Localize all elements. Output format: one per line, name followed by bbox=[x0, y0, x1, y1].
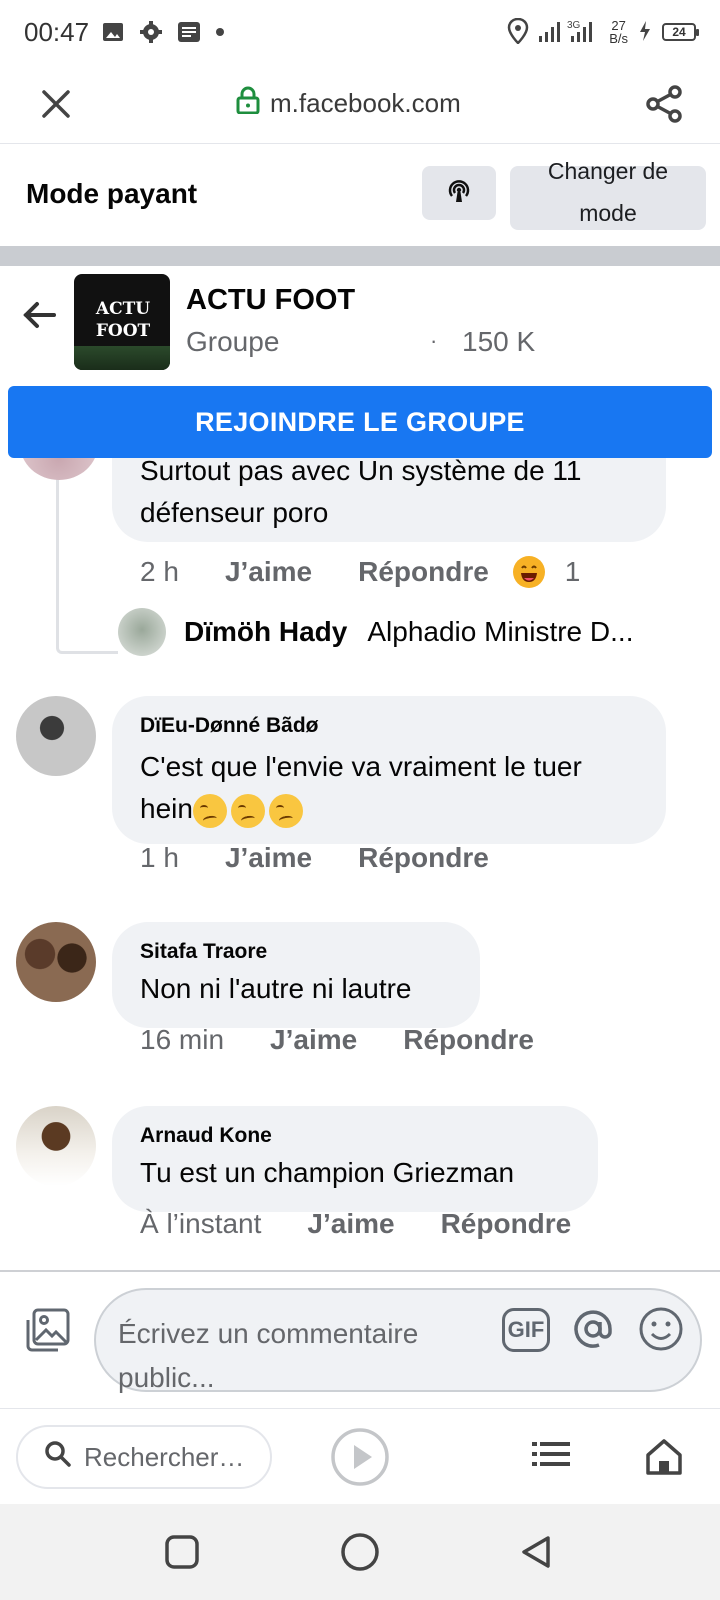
search-icon bbox=[44, 1440, 72, 1475]
search-box[interactable]: Rechercher… bbox=[16, 1425, 272, 1489]
comment-bubble: Sitafa Traore Non ni l'autre ni lautre bbox=[112, 922, 480, 1028]
comment-text: Surtout pas avec Un système de 11 défens… bbox=[140, 458, 582, 528]
status-time: 00:47 bbox=[24, 16, 90, 47]
image-icon bbox=[101, 20, 125, 44]
meta-separator: · bbox=[430, 328, 438, 353]
join-group-button[interactable]: REJOINDRE LE GROUPE bbox=[8, 386, 712, 458]
share-icon[interactable] bbox=[644, 84, 684, 129]
section-divider bbox=[0, 246, 720, 266]
location-icon bbox=[507, 17, 529, 47]
url-display[interactable]: m.facebook.com bbox=[236, 86, 461, 121]
photo-icon[interactable] bbox=[24, 1306, 72, 1359]
avatar[interactable] bbox=[16, 1106, 96, 1186]
comment-time: 2 h bbox=[140, 556, 179, 587]
play-icon[interactable] bbox=[330, 1427, 390, 1492]
thread-connector bbox=[56, 458, 118, 654]
dot-icon bbox=[215, 27, 225, 37]
group-member-count: 150 K bbox=[462, 326, 536, 357]
battery-indicator: 24 bbox=[662, 23, 699, 41]
network-speed: 27 B/s bbox=[609, 18, 628, 46]
browser-bottom-bar: Rechercher… bbox=[0, 1408, 720, 1504]
settings-icon bbox=[139, 20, 163, 44]
avatar[interactable] bbox=[16, 696, 96, 776]
comment-actions: 16 min J’aime Répondre bbox=[140, 1024, 580, 1056]
group-logo-text: ACTU FOOT bbox=[95, 299, 151, 341]
comment-actions: À l’instant J’aime Répondre bbox=[140, 1208, 617, 1240]
comment-text: Tu est un champion Griezman bbox=[140, 1157, 515, 1188]
woozy-face-emoji-icon bbox=[192, 793, 227, 828]
back-icon[interactable] bbox=[518, 1534, 554, 1575]
group-type: Groupe bbox=[186, 326, 280, 357]
change-mode-button[interactable]: Changer de mode bbox=[510, 158, 706, 230]
reaction-count: 1 bbox=[564, 556, 581, 587]
like-button[interactable]: J’aime bbox=[270, 1024, 357, 1056]
group-header: ACTU FOOT ACTU FOOT Groupe · 150 K bbox=[0, 266, 720, 384]
avatar[interactable] bbox=[16, 922, 96, 1002]
comment-time: 16 min bbox=[140, 1024, 225, 1055]
menu-list-icon[interactable] bbox=[532, 1439, 572, 1474]
home-icon[interactable] bbox=[644, 1437, 684, 1482]
network-label: 3G bbox=[567, 20, 581, 31]
mode-bar: Mode payant Changer de mode bbox=[0, 144, 720, 244]
reply-preview[interactable]: Dïmöh Hady Alphadio Ministre D... bbox=[118, 608, 718, 656]
comment-author[interactable]: Sitafa Traore bbox=[140, 940, 452, 964]
comment-bubble: Arnaud Kone Tu est un champion Griezman bbox=[112, 1106, 598, 1212]
comment-text: Non ni l'autre ni lautre bbox=[140, 973, 412, 1004]
laughing-emoji-icon[interactable] bbox=[512, 556, 545, 588]
comment-bubble: Surtout pas avec Un système de 11 défens… bbox=[112, 458, 666, 542]
system-nav-bar bbox=[0, 1504, 720, 1600]
comment-time: À l’instant bbox=[140, 1208, 262, 1239]
gif-button[interactable]: GIF bbox=[502, 1308, 550, 1352]
emoji-icon[interactable] bbox=[636, 1304, 686, 1359]
search-placeholder: Rechercher… bbox=[84, 1441, 245, 1472]
browser-url-bar: m.facebook.com bbox=[0, 64, 720, 144]
group-logo[interactable]: ACTU FOOT bbox=[74, 274, 170, 370]
reply-author[interactable]: Dïmöh Hady bbox=[184, 616, 347, 648]
comments-list: Surtout pas avec Un système de 11 défens… bbox=[0, 458, 720, 1270]
mode-title: Mode payant bbox=[26, 178, 198, 209]
recents-icon[interactable] bbox=[164, 1534, 200, 1575]
like-button[interactable]: J’aime bbox=[307, 1208, 394, 1240]
signal-icon: 3G bbox=[539, 18, 599, 47]
lock-icon bbox=[236, 86, 260, 121]
home-button-icon[interactable] bbox=[340, 1532, 380, 1577]
reply-button[interactable]: Répondre bbox=[441, 1208, 572, 1240]
reply-button[interactable]: Répondre bbox=[358, 842, 489, 874]
comment-author[interactable]: DïEu-Dønné Bãdø bbox=[140, 714, 638, 738]
like-button[interactable]: J’aime bbox=[225, 842, 312, 874]
comment-time: 1 h bbox=[140, 842, 179, 873]
broadcast-button[interactable] bbox=[422, 166, 496, 220]
status-bar: 00:47 3G 27 B/s 24 bbox=[0, 0, 720, 64]
broadcast-icon bbox=[444, 176, 474, 211]
woozy-face-emoji-icon bbox=[230, 793, 265, 828]
woozy-face-emoji-icon bbox=[268, 793, 303, 828]
mention-icon[interactable] bbox=[568, 1304, 618, 1359]
comment-composer: Écrivez un commentaire public... GIF bbox=[0, 1270, 720, 1408]
comment-actions: 1 h J’aime Répondre bbox=[140, 842, 535, 874]
reply-snippet: Alphadio Ministre D... bbox=[367, 616, 634, 647]
reply-button[interactable]: Répondre bbox=[358, 556, 489, 588]
comment-input[interactable]: Écrivez un commentaire public... GIF bbox=[94, 1288, 702, 1393]
close-icon[interactable] bbox=[38, 86, 74, 122]
reply-button[interactable]: Répondre bbox=[403, 1024, 534, 1056]
like-button[interactable]: J’aime bbox=[225, 556, 312, 588]
charging-icon bbox=[638, 20, 652, 45]
url-text: m.facebook.com bbox=[270, 88, 461, 118]
comment-author[interactable]: Arnaud Kone bbox=[140, 1124, 570, 1148]
back-arrow-icon[interactable] bbox=[22, 300, 58, 335]
comment-bubble: DïEu-Dønné Bãdø C'est que l'envie va vra… bbox=[112, 696, 666, 844]
comment-placeholder: Écrivez un commentaire public... bbox=[118, 1318, 419, 1393]
comment-actions: 2 h J’aime Répondre 1 bbox=[140, 556, 580, 588]
news-icon bbox=[177, 21, 201, 43]
avatar bbox=[118, 608, 166, 656]
group-name[interactable]: ACTU FOOT bbox=[186, 284, 355, 317]
